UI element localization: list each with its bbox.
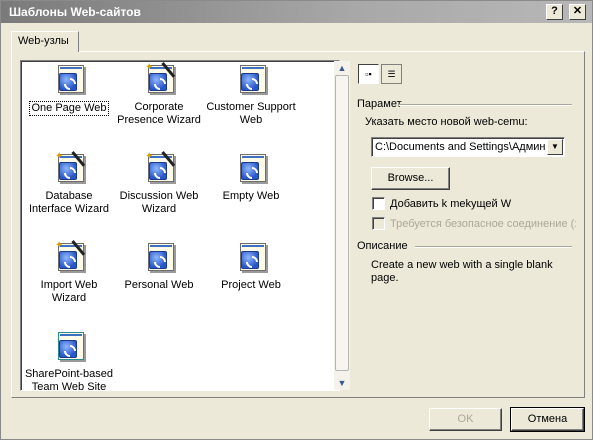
template-label: Database Interface Wizard xyxy=(28,190,110,215)
ok-button[interactable]: OK xyxy=(429,408,502,431)
template-label: Discussion Web Wizard xyxy=(119,190,199,215)
secure-connection-checkbox xyxy=(372,217,385,230)
add-to-current-label: Добавить k mekущей W xyxy=(390,198,512,210)
large-icons-view-button[interactable]: ▫▪ xyxy=(358,64,379,84)
description-group-label: Описание xyxy=(357,240,411,252)
location-label: Указать место новой web-cemu: xyxy=(365,116,528,128)
tab-web-sites[interactable]: Web-узлы xyxy=(11,31,79,52)
web-page-icon xyxy=(235,243,267,275)
template-item[interactable]: Customer Support Web xyxy=(205,65,297,127)
options-group-label: Парамет xyxy=(357,98,405,110)
wizard-icon: ✦ xyxy=(143,151,176,186)
web-site-templates-dialog: Шаблоны Web-сайтов ? ✕ Web-узлы One Page… xyxy=(0,0,593,440)
template-item[interactable]: ✦ Discussion Web Wizard xyxy=(113,151,205,216)
large-icons-view-icon: ▫▪ xyxy=(365,69,372,79)
wizard-icon: ✦ xyxy=(53,240,86,275)
scroll-down-icon[interactable]: ▼ xyxy=(334,376,350,390)
location-value: C:\Documents and Settings\Админи xyxy=(375,141,545,153)
cancel-button[interactable]: Отмена xyxy=(510,407,585,432)
web-page-icon xyxy=(53,65,85,97)
web-page-icon xyxy=(235,65,267,97)
template-item[interactable]: ✦ Corporate Presence Wizard xyxy=(113,62,205,127)
wizard-icon: ✦ xyxy=(143,62,176,97)
template-label: Customer Support Web xyxy=(206,101,296,126)
template-item[interactable]: Personal Web xyxy=(113,243,205,292)
web-page-icon xyxy=(235,154,267,186)
add-to-current-checkbox[interactable] xyxy=(372,197,385,210)
details-view-button[interactable]: ☰ xyxy=(381,64,402,84)
sharepoint-icon xyxy=(53,332,85,364)
template-list-scrollbar[interactable]: ▲ ▼ xyxy=(334,61,350,390)
template-label: Empty Web xyxy=(222,190,280,202)
wizard-icon: ✦ xyxy=(53,151,86,186)
close-button[interactable]: ✕ xyxy=(569,4,586,20)
help-button[interactable]: ? xyxy=(546,4,563,20)
template-item[interactable]: ✦ Database Interface Wizard xyxy=(23,151,115,216)
template-item[interactable]: Empty Web xyxy=(205,154,297,203)
location-combobox[interactable]: C:\Documents and Settings\Админи ▼ xyxy=(371,137,565,157)
scroll-thumb[interactable] xyxy=(335,75,349,371)
template-item[interactable]: ✦ Import Web Wizard xyxy=(23,240,115,305)
description-divider xyxy=(415,246,572,248)
options-divider xyxy=(399,104,572,106)
template-item[interactable]: Project Web xyxy=(205,243,297,292)
template-label: SharePoint-based Team Web Site xyxy=(24,368,114,391)
web-page-icon xyxy=(143,243,175,275)
scroll-up-icon[interactable]: ▲ xyxy=(334,61,350,75)
template-label: Project Web xyxy=(221,279,281,291)
description-text: Create a new web with a single blank pag… xyxy=(371,259,553,284)
template-item[interactable]: SharePoint-based Team Web Site xyxy=(23,332,115,391)
dropdown-arrow-icon[interactable]: ▼ xyxy=(547,139,563,155)
title-bar: Шаблоны Web-сайтов ? ✕ xyxy=(1,1,592,23)
template-list[interactable]: One Page Web ✦ Corporate Presence Wizard Cu… xyxy=(20,60,340,391)
template-label: Import Web Wizard xyxy=(40,279,98,304)
dialog-title: Шаблоны Web-сайтов xyxy=(9,5,141,19)
template-item[interactable]: One Page Web xyxy=(23,65,115,116)
template-label: One Page Web xyxy=(29,101,109,116)
browse-button[interactable]: Browse... xyxy=(371,167,450,190)
template-label: Personal Web xyxy=(124,279,194,291)
secure-connection-label: Требуется безопасное соединение (: xyxy=(390,218,576,230)
template-label: Corporate Presence Wizard xyxy=(117,101,201,126)
details-view-icon: ☰ xyxy=(387,69,396,79)
